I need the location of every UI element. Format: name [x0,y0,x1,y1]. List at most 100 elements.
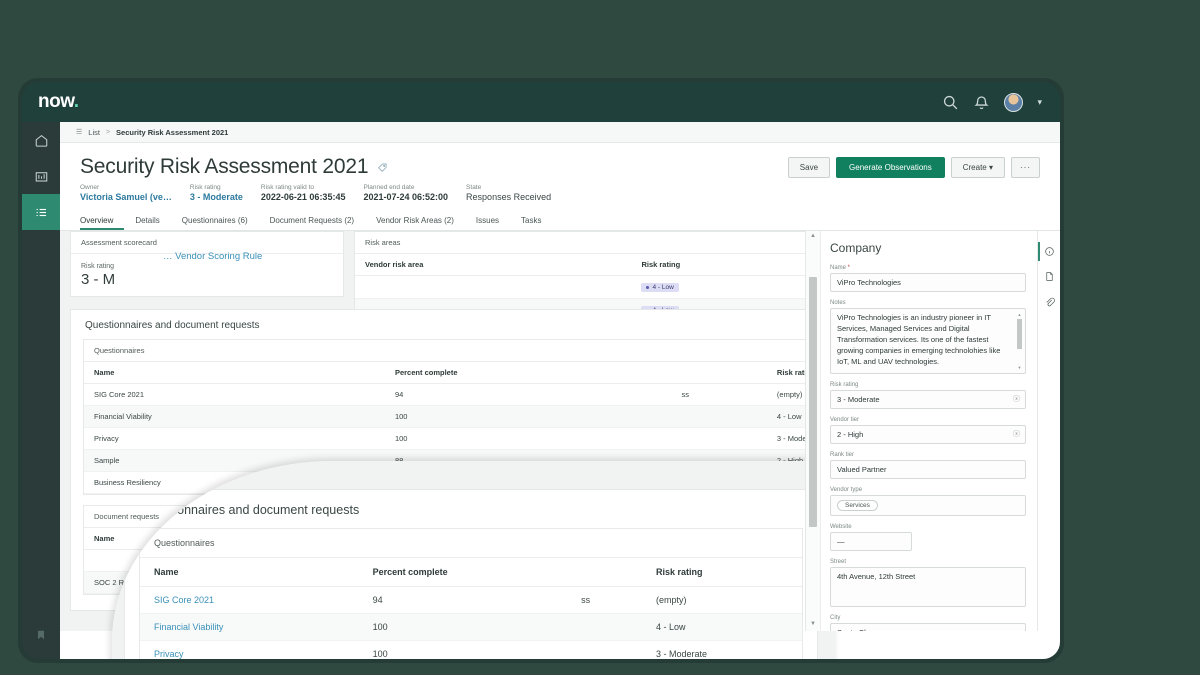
record-meta-value[interactable]: 3 - Moderate [190,192,243,202]
company-panel-scrollbar[interactable]: ▲ ▼ [806,231,821,631]
field-value[interactable]: 4th Avenue, 12th Street [830,567,1026,607]
record-meta-item: State Responses Received [466,184,551,202]
record-meta-value: 2021-07-24 06:52:00 [363,192,449,202]
sidebar-item-help[interactable] [22,617,60,653]
home-icon [35,134,47,147]
bookmark-icon [38,630,44,640]
form-field: Rank tier Valued Partner [830,452,1026,479]
save-button[interactable]: Save [787,157,831,178]
info-icon-glyph [1044,247,1054,256]
cell-risk-rating: 4 - Low [642,613,802,641]
record-meta-item: Risk rating 3 - Moderate [190,184,243,202]
attachment-icon[interactable] [1038,289,1060,314]
logo-dot: . [73,91,79,112]
cell-name[interactable]: SOC 2 Report [84,571,326,594]
breadcrumb-separator: > [105,128,111,136]
now-logo[interactable]: now. [38,91,79,113]
table-row[interactable]: Privacy 100 3 - Moderate [140,640,802,659]
tab-questionnaires-6[interactable]: Questionnaires (6) [182,212,259,230]
clear-reference-icon[interactable]: ⓧ [1013,394,1020,404]
cell-name[interactable]: Privacy [84,427,385,450]
record-meta-label: Owner [80,184,100,191]
field-value[interactable]: 3 - Moderate ⓧ [830,390,1026,409]
clear-reference-icon[interactable]: ⓧ [1013,429,1020,439]
textarea-scrollbar[interactable]: ▲ ▼ [1017,312,1022,370]
device-screen: now. ▾ ☰ List > Security Risk Assessment… [22,82,1060,659]
scrollbar-thumb[interactable] [809,277,817,527]
tab-tasks[interactable]: Tasks [521,212,552,230]
cell-percent-complete: 100 [384,405,672,428]
form-field: Website — [830,524,1026,551]
user-avatar[interactable] [1004,92,1024,112]
hamburger-icon[interactable]: ☰ [76,128,82,136]
vendor-scoring-rule-link[interactable]: … Vendor Scoring Rule [163,251,262,262]
cell-state [671,449,767,472]
table-row[interactable]: Financial Viability 100 4 - Low [140,613,802,641]
more-actions-button[interactable]: ··· [1011,157,1040,178]
cell-percent-complete: 88 [384,449,672,472]
tab-vendor-risk-areas-2[interactable]: Vendor Risk Areas (2) [376,212,465,230]
notifications-icon[interactable] [973,94,990,111]
document-icon[interactable] [1038,264,1060,289]
cell-name[interactable]: Privacy [140,640,359,659]
cell-percent-complete [325,549,623,572]
column-header[interactable] [622,528,773,550]
field-label: Vendor type [830,487,863,493]
breadcrumb-root[interactable]: List [88,128,100,137]
record-meta: Owner Victoria Samuel (ve… Risk rating 3 - … [80,184,1040,202]
column-header[interactable]: Vendor risk area [355,254,632,276]
column-header[interactable]: Name [84,528,326,550]
company-side-panel: ▲ ▼ Company Name * ViPro Technologies Note… [805,231,1038,631]
tab-overview[interactable]: Overview [80,212,125,230]
column-header[interactable] [671,362,767,384]
field-value[interactable]: 2 - High ⓧ [830,425,1026,444]
generate-observations-button[interactable]: Generate Observations [836,157,945,178]
scroll-up-arrow[interactable]: ▲ [806,231,820,241]
column-header[interactable]: Percent complete [325,528,623,550]
cell-name[interactable]: Sample [84,449,385,472]
scorecard-risk-value: 3 - M [81,271,116,288]
search-icon[interactable] [942,94,959,111]
tag-icon[interactable] [377,162,388,173]
cell-name[interactable]: SIG Core 2021 [84,383,385,406]
sidebar-item-lists[interactable] [22,194,60,230]
field-value[interactable]: — [830,532,912,551]
field-value[interactable]: Services [830,495,1026,516]
cell-name[interactable]: Financial Viability [140,613,359,641]
record-tabs: Overview Details Questionnaires (6) Documen… [60,212,1060,231]
bar-chart-icon [35,171,47,182]
sidebar-item-home[interactable] [22,122,60,158]
cell-state: ss [671,383,767,406]
cell-name[interactable]: Financial Viability [84,405,385,428]
tab-issues[interactable]: Issues [476,212,510,230]
tab-details[interactable]: Details [135,212,170,230]
tab-document-requests-2[interactable]: Document Requests (2) [270,212,365,230]
scroll-down-arrow[interactable]: ▼ [806,619,820,629]
field-value[interactable]: ViPro Technologies [830,273,1026,292]
attachment-icon-glyph [1045,297,1055,307]
create-button[interactable]: Create ▾ [950,157,1005,178]
sidebar-item-reports[interactable] [22,158,60,194]
badge-dot-icon [646,286,650,289]
field-value[interactable]: Santa Clara [830,623,1026,631]
chip-tag[interactable]: Services [837,500,878,511]
cell-name[interactable]: Business Resiliency [84,471,385,494]
info-icon[interactable] [1038,239,1060,264]
field-value[interactable]: ViPro Technologies is an industry pionee… [830,308,1026,374]
cell-percent-complete: 100 [325,571,623,594]
cell-percent-complete: 100 [358,613,568,641]
record-header: Security Risk Assessment 2021 Owner Victo… [60,143,1060,202]
record-meta-label: State [466,184,482,191]
breadcrumb-current: Security Risk Assessment 2021 [116,127,229,137]
record-meta-label: Risk rating [189,184,221,191]
cell-name[interactable] [84,549,326,572]
field-value[interactable]: Valued Partner [830,460,1026,479]
app-window: ☰ List > Security Risk Assessment 2021 S… [60,122,1060,659]
column-header[interactable]: Percent complete [384,362,672,384]
column-header[interactable]: Name [84,362,385,384]
field-label: Website [830,524,852,530]
cell-state: ved [622,549,773,572]
chevron-down-icon[interactable]: ▾ [1037,97,1042,108]
company-panel-body: Company Name * ViPro Technologies Notes ViP… [820,231,1038,631]
record-meta-value[interactable]: Victoria Samuel (ve… [80,192,172,202]
